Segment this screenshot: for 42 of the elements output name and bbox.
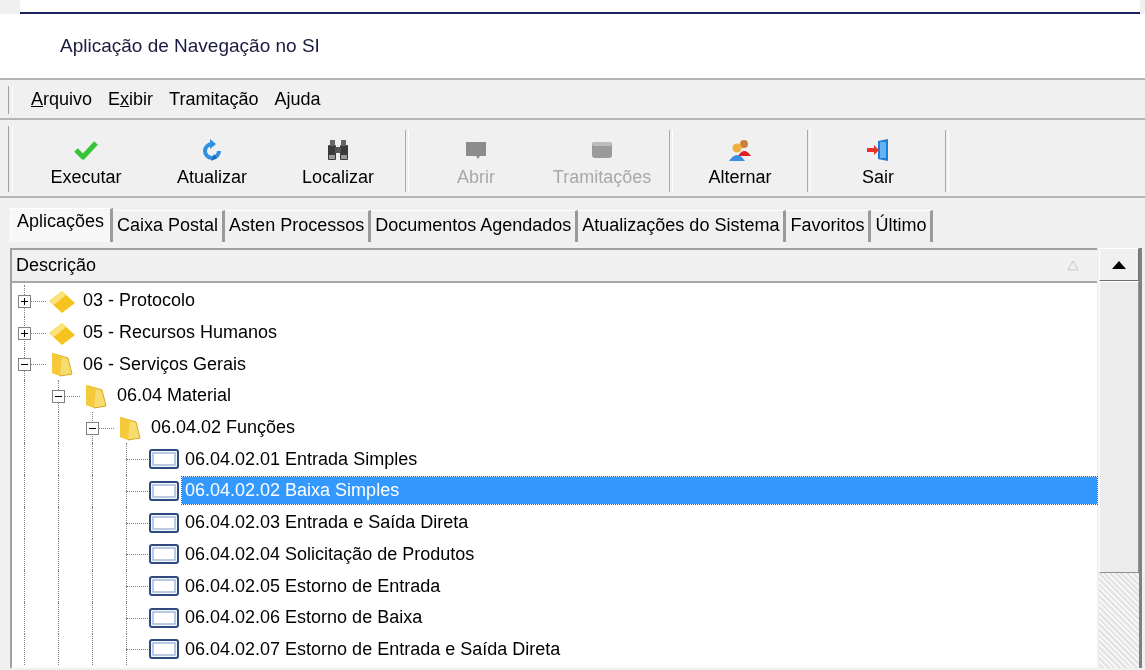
tree-item[interactable]: 06.04.02.03 Entrada e Saída Direta bbox=[182, 509, 1097, 537]
toolbar-button[interactable]: Localizar bbox=[275, 120, 401, 196]
tree-item[interactable]: 06.04.02.01 Entrada Simples bbox=[182, 445, 1097, 473]
column-header[interactable]: Descrição bbox=[12, 250, 1097, 283]
collapse-toggle[interactable] bbox=[18, 358, 31, 372]
tree-item[interactable]: 06.04.02 Funções bbox=[148, 414, 1097, 442]
expand-toggle[interactable] bbox=[18, 294, 31, 308]
scroll-up-button[interactable] bbox=[1099, 248, 1139, 281]
tree-item[interactable]: 05 - Recursos Humanos bbox=[80, 319, 1097, 347]
menu-item[interactable]: Exibir bbox=[100, 86, 162, 112]
binoculars-icon bbox=[325, 137, 351, 163]
tree-item[interactable]: 06.04.02.05 Estorno de Entrada bbox=[182, 572, 1097, 600]
toolbar-button[interactable]: Sair bbox=[815, 120, 941, 196]
tab[interactable]: Aplicações bbox=[10, 208, 114, 242]
menu-item[interactable]: Tramitação bbox=[161, 86, 267, 112]
exit-icon bbox=[865, 137, 891, 163]
window-title: Aplicação de Navegação no SI bbox=[60, 35, 320, 57]
tree-item[interactable]: 06.04.02.04 Solicitação de Produtos bbox=[182, 540, 1097, 568]
tree-item[interactable]: 06.04 Material bbox=[114, 382, 1097, 410]
toolbar-button[interactable]: Atualizar bbox=[149, 120, 275, 196]
tree-item[interactable]: 06 - Serviços Gerais bbox=[80, 350, 1097, 378]
tree-item[interactable]: 06.04.02.07 Estorno de Entrada e Saída Direta bbox=[182, 635, 1097, 663]
tab[interactable]: Atualizações do Sistema bbox=[578, 210, 787, 242]
expand-toggle[interactable] bbox=[18, 326, 31, 340]
tree-item[interactable]: 03 - Protocolo bbox=[80, 287, 1097, 315]
toolbar-button[interactable]: Executar bbox=[23, 120, 149, 196]
sort-arrow-icon bbox=[1067, 260, 1079, 271]
up-arrow-icon bbox=[1112, 260, 1126, 269]
tree-item[interactable]: 06.04.02.06 Estorno de Baixa bbox=[182, 604, 1097, 632]
tab[interactable]: Documentos Agendados bbox=[371, 210, 579, 242]
tab[interactable]: Favoritos bbox=[786, 210, 872, 242]
tab[interactable]: Asten Processos bbox=[225, 210, 372, 242]
users-icon bbox=[727, 137, 753, 163]
scrollbar[interactable] bbox=[1099, 248, 1142, 668]
menu-item[interactable]: Arquivo bbox=[23, 86, 101, 112]
collapse-toggle[interactable] bbox=[86, 421, 99, 435]
collapse-toggle[interactable] bbox=[52, 389, 65, 403]
tab[interactable]: Último bbox=[871, 210, 934, 242]
toolbar-button[interactable]: Alternar bbox=[677, 120, 803, 196]
tab[interactable]: Caixa Postal bbox=[113, 210, 226, 242]
menu-item[interactable]: Ajuda bbox=[266, 86, 329, 112]
scroll-thumb[interactable] bbox=[1099, 281, 1139, 573]
